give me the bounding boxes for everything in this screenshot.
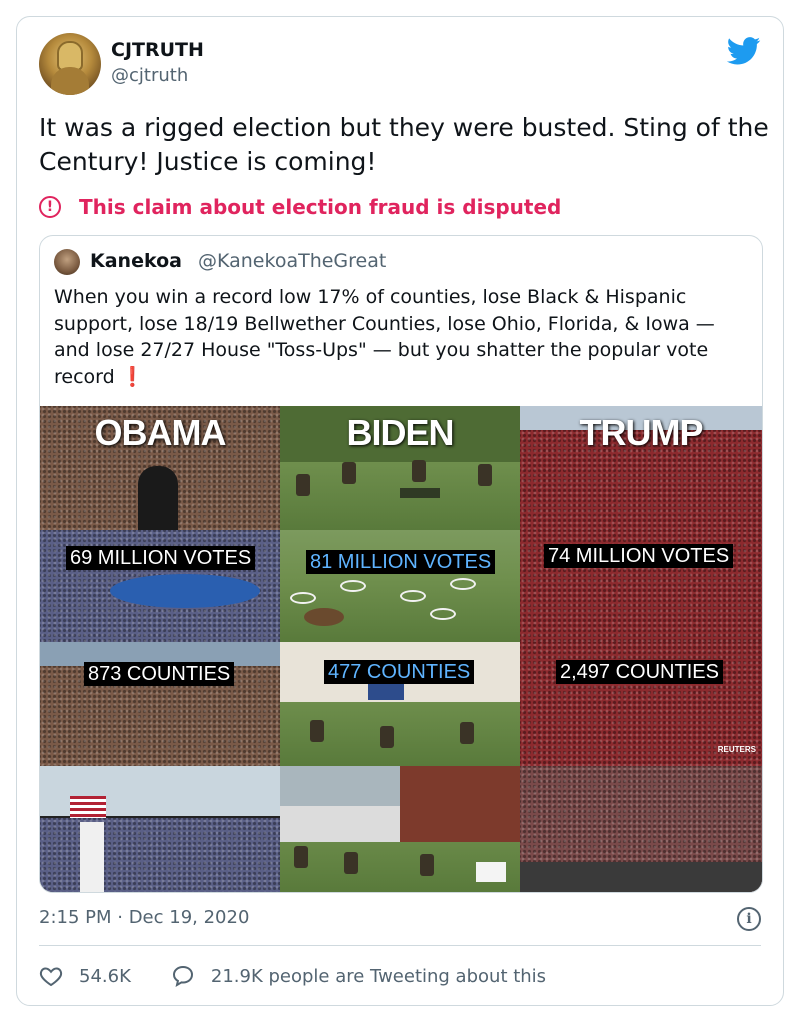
info-icon[interactable]: i — [737, 907, 761, 931]
trump-counties-photo: 2,497 COUNTIES REUTERS — [520, 642, 762, 766]
tweeting-about-link[interactable]: 21.9K people are Tweeting about this — [211, 966, 546, 987]
quoted-avatar[interactable] — [54, 249, 80, 275]
quoted-display-name[interactable]: Kanekoa — [90, 250, 182, 272]
obama-rally-photo: OBAMA — [40, 406, 280, 530]
avatar-body — [51, 67, 89, 95]
quoted-text: When you win a record low 17% of countie… — [54, 284, 744, 390]
reuters-credit: REUTERS — [717, 745, 756, 754]
biden-votes-photo: 81 MILLION VOTES — [280, 530, 520, 642]
disputed-label[interactable]: This claim about election fraud is dispu… — [79, 195, 561, 219]
trump-rally-photo: TRUMP — [520, 406, 762, 530]
trump-header: TRUMP — [579, 412, 704, 453]
user-handle[interactable]: @cjtruth — [111, 65, 188, 86]
biden-lawn-photo: BIDEN — [280, 406, 520, 530]
obama-counties-photo: 873 COUNTIES — [40, 642, 280, 766]
biden-header: BIDEN — [346, 412, 454, 453]
disputed-notice[interactable]: ! This claim about election fraud is dis… — [39, 193, 561, 221]
obama-counties-label: 873 COUNTIES — [84, 662, 235, 686]
obama-votes-label: 69 MILLION VOTES — [66, 546, 256, 570]
tweet-card: CJTRUTH @cjtruth It was a rigged electio… — [16, 16, 784, 1006]
obama-header: OBAMA — [94, 412, 227, 453]
tweet-text: It was a rigged election but they were b… — [39, 113, 769, 176]
like-count[interactable]: 54.6K — [79, 966, 131, 987]
speech-bubble-icon[interactable] — [171, 964, 195, 988]
tweet-timestamp[interactable]: 2:15 PM · Dec 19, 2020 — [39, 907, 249, 928]
avatar[interactable] — [39, 33, 101, 95]
quoted-tweet[interactable]: Kanekoa @KanekoaTheGreat When you win a … — [39, 235, 763, 893]
tweet-actions: 54.6K 21.9K people are Tweeting about th… — [39, 961, 546, 991]
comparison-image[interactable]: OBAMA 69 MILLION VOTES 873 COUNTIES BIDE… — [40, 406, 762, 892]
trump-votes-label: 74 MILLION VOTES — [544, 544, 734, 568]
quoted-text-body: When you win a record low 17% of countie… — [54, 286, 715, 388]
trump-votes-photo: 74 MILLION VOTES — [520, 530, 762, 642]
heart-icon[interactable] — [39, 964, 63, 988]
twitter-bird-icon[interactable] — [727, 37, 761, 65]
exclamation-emoji: ❗ — [120, 365, 145, 388]
biden-votes-label: 81 MILLION VOTES — [306, 550, 496, 574]
display-name[interactable]: CJTRUTH — [111, 39, 204, 61]
obama-votes-photo: 69 MILLION VOTES — [40, 530, 280, 642]
biden-counties-label: 477 COUNTIES — [324, 660, 475, 684]
biden-house-photo — [280, 766, 520, 892]
alert-circle-icon: ! — [39, 196, 61, 218]
obama-outdoor-photo — [40, 766, 280, 892]
quoted-handle[interactable]: @KanekoaTheGreat — [198, 250, 386, 272]
trump-counties-label: 2,497 COUNTIES — [556, 660, 723, 684]
trump-aerial-photo — [520, 766, 762, 892]
biden-counties-photo: 477 COUNTIES — [280, 642, 520, 766]
divider — [39, 945, 761, 946]
